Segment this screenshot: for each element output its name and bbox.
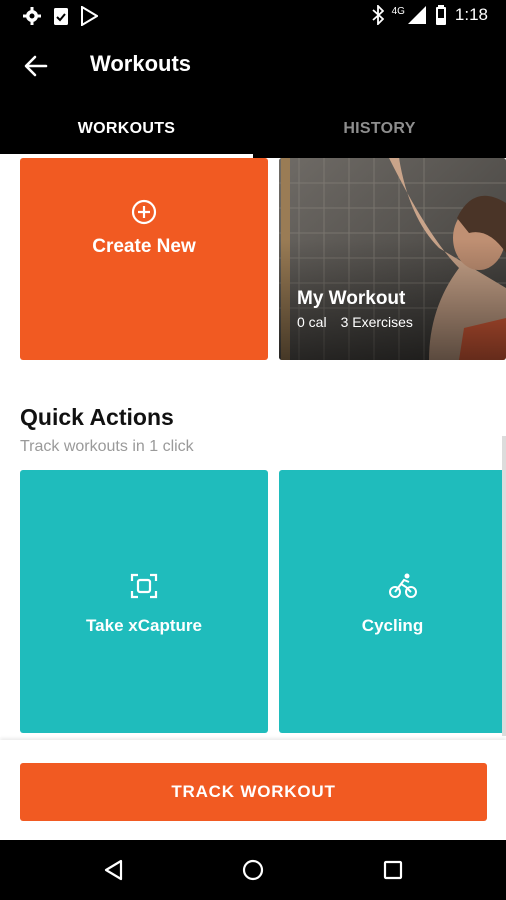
app-bar: Workouts [0,32,506,100]
battery-icon [435,5,446,25]
main-content: Create New My Workout 0 cal 3 Exercises … [0,158,506,740]
scrollbar[interactable] [502,436,506,736]
my-workout-title: My Workout [297,288,406,309]
page-title: Workouts [90,51,192,76]
quick-action-cycling[interactable]: Cycling [279,470,506,733]
quick-action-label: Cycling [361,616,424,635]
quick-action-label: Take xCapture [86,616,202,635]
plus-circle-icon [131,199,157,225]
nav-recents-icon[interactable] [381,858,405,882]
network-type: 4G [391,5,405,17]
scan-icon [130,573,158,599]
quick-actions-subtitle: Track workouts in 1 click [20,438,194,455]
tab-workouts[interactable]: WORKOUTS [0,100,253,158]
footer: TRACK WORKOUT [0,740,506,840]
create-new-card[interactable]: Create New [20,158,268,360]
exercise-count: 3 Exercises [340,314,413,330]
my-workout-meta: 0 cal 3 Exercises [297,314,413,330]
calories: 0 cal [297,314,327,330]
quick-action-xcapture[interactable]: Take xCapture [20,470,268,733]
nav-home-icon[interactable] [241,858,265,882]
my-workout-card[interactable]: My Workout 0 cal 3 Exercises [279,158,506,360]
system-nav-bar [0,840,506,900]
status-bar: 4G 1:18 [0,0,506,32]
tab-bar: WORKOUTS HISTORY [0,100,506,158]
bluetooth-icon [371,5,384,25]
track-workout-button[interactable]: TRACK WORKOUT [20,763,487,821]
tab-history[interactable]: HISTORY [253,100,506,158]
signal-icon [407,6,426,24]
cycling-icon [389,573,417,598]
nav-back-icon[interactable] [102,858,126,882]
quick-actions-title: Quick Actions [20,404,174,430]
arrow-left-icon[interactable] [22,52,50,80]
create-new-label: Create New [92,236,196,257]
clock: 1:18 [454,5,488,24]
settings-icon [23,7,41,25]
play-store-icon [81,6,98,26]
clipboard-check-icon [54,8,68,25]
